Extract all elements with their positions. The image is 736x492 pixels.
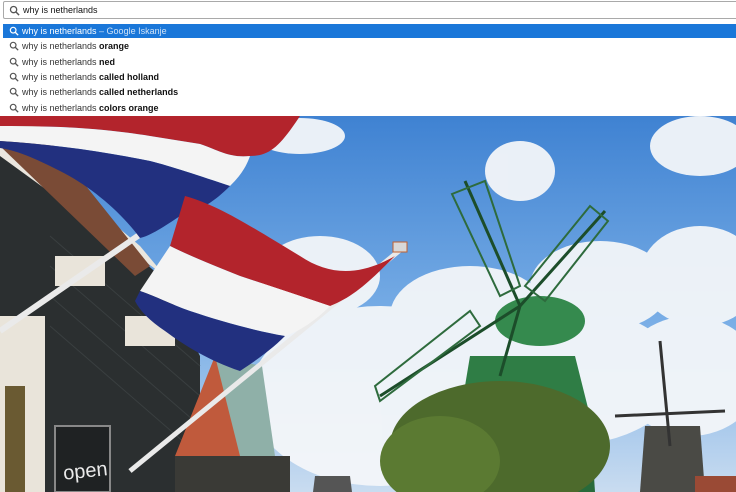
suggestion-item[interactable]: why is netherlands ned	[3, 55, 736, 69]
suggestion-prefix: why is netherlands	[22, 87, 100, 97]
suggestion-completion: orange	[99, 41, 130, 51]
search-icon	[9, 5, 20, 16]
suggestion-completion: ned	[99, 57, 116, 67]
suggestion-item[interactable]: why is netherlands orange	[3, 39, 736, 53]
svg-text:open: open	[62, 458, 109, 485]
suggestion-prefix: why is netherlands	[22, 26, 97, 36]
search-icon	[9, 87, 19, 97]
suggestion-item[interactable]: why is netherlands – Google Iskanje	[3, 24, 736, 38]
netherlands-flags-windmills-photo: open	[0, 116, 736, 492]
suggestion-completion: colors orange	[99, 103, 159, 113]
omnibox	[0, 0, 736, 23]
suggestion-prefix: why is netherlands	[22, 57, 100, 67]
suggestion-item[interactable]: why is netherlands called netherlands	[3, 85, 736, 99]
suggestion-completion: called netherlands	[99, 87, 179, 97]
suggestion-item[interactable]: why is netherlands called holland	[3, 70, 736, 84]
search-icon	[9, 57, 19, 67]
omnibox-input[interactable]	[23, 3, 723, 17]
search-icon	[9, 103, 19, 113]
suggestion-prefix: why is netherlands	[22, 41, 100, 51]
search-icon	[9, 41, 19, 51]
suggestion-dropdown: why is netherlands – Google Iskanje why i…	[0, 23, 736, 116]
search-icon	[9, 72, 19, 82]
suggestion-prefix: why is netherlands	[22, 103, 100, 113]
omnibox-field[interactable]	[3, 1, 736, 19]
open-sign: open	[54, 425, 111, 492]
suggestion-completion: called holland	[99, 72, 160, 82]
suggestion-item[interactable]: why is netherlands colors orange	[3, 101, 736, 115]
suggestion-prefix: why is netherlands	[22, 72, 100, 82]
search-icon	[9, 26, 19, 36]
suggestion-suffix: – Google Iskanje	[96, 26, 167, 36]
